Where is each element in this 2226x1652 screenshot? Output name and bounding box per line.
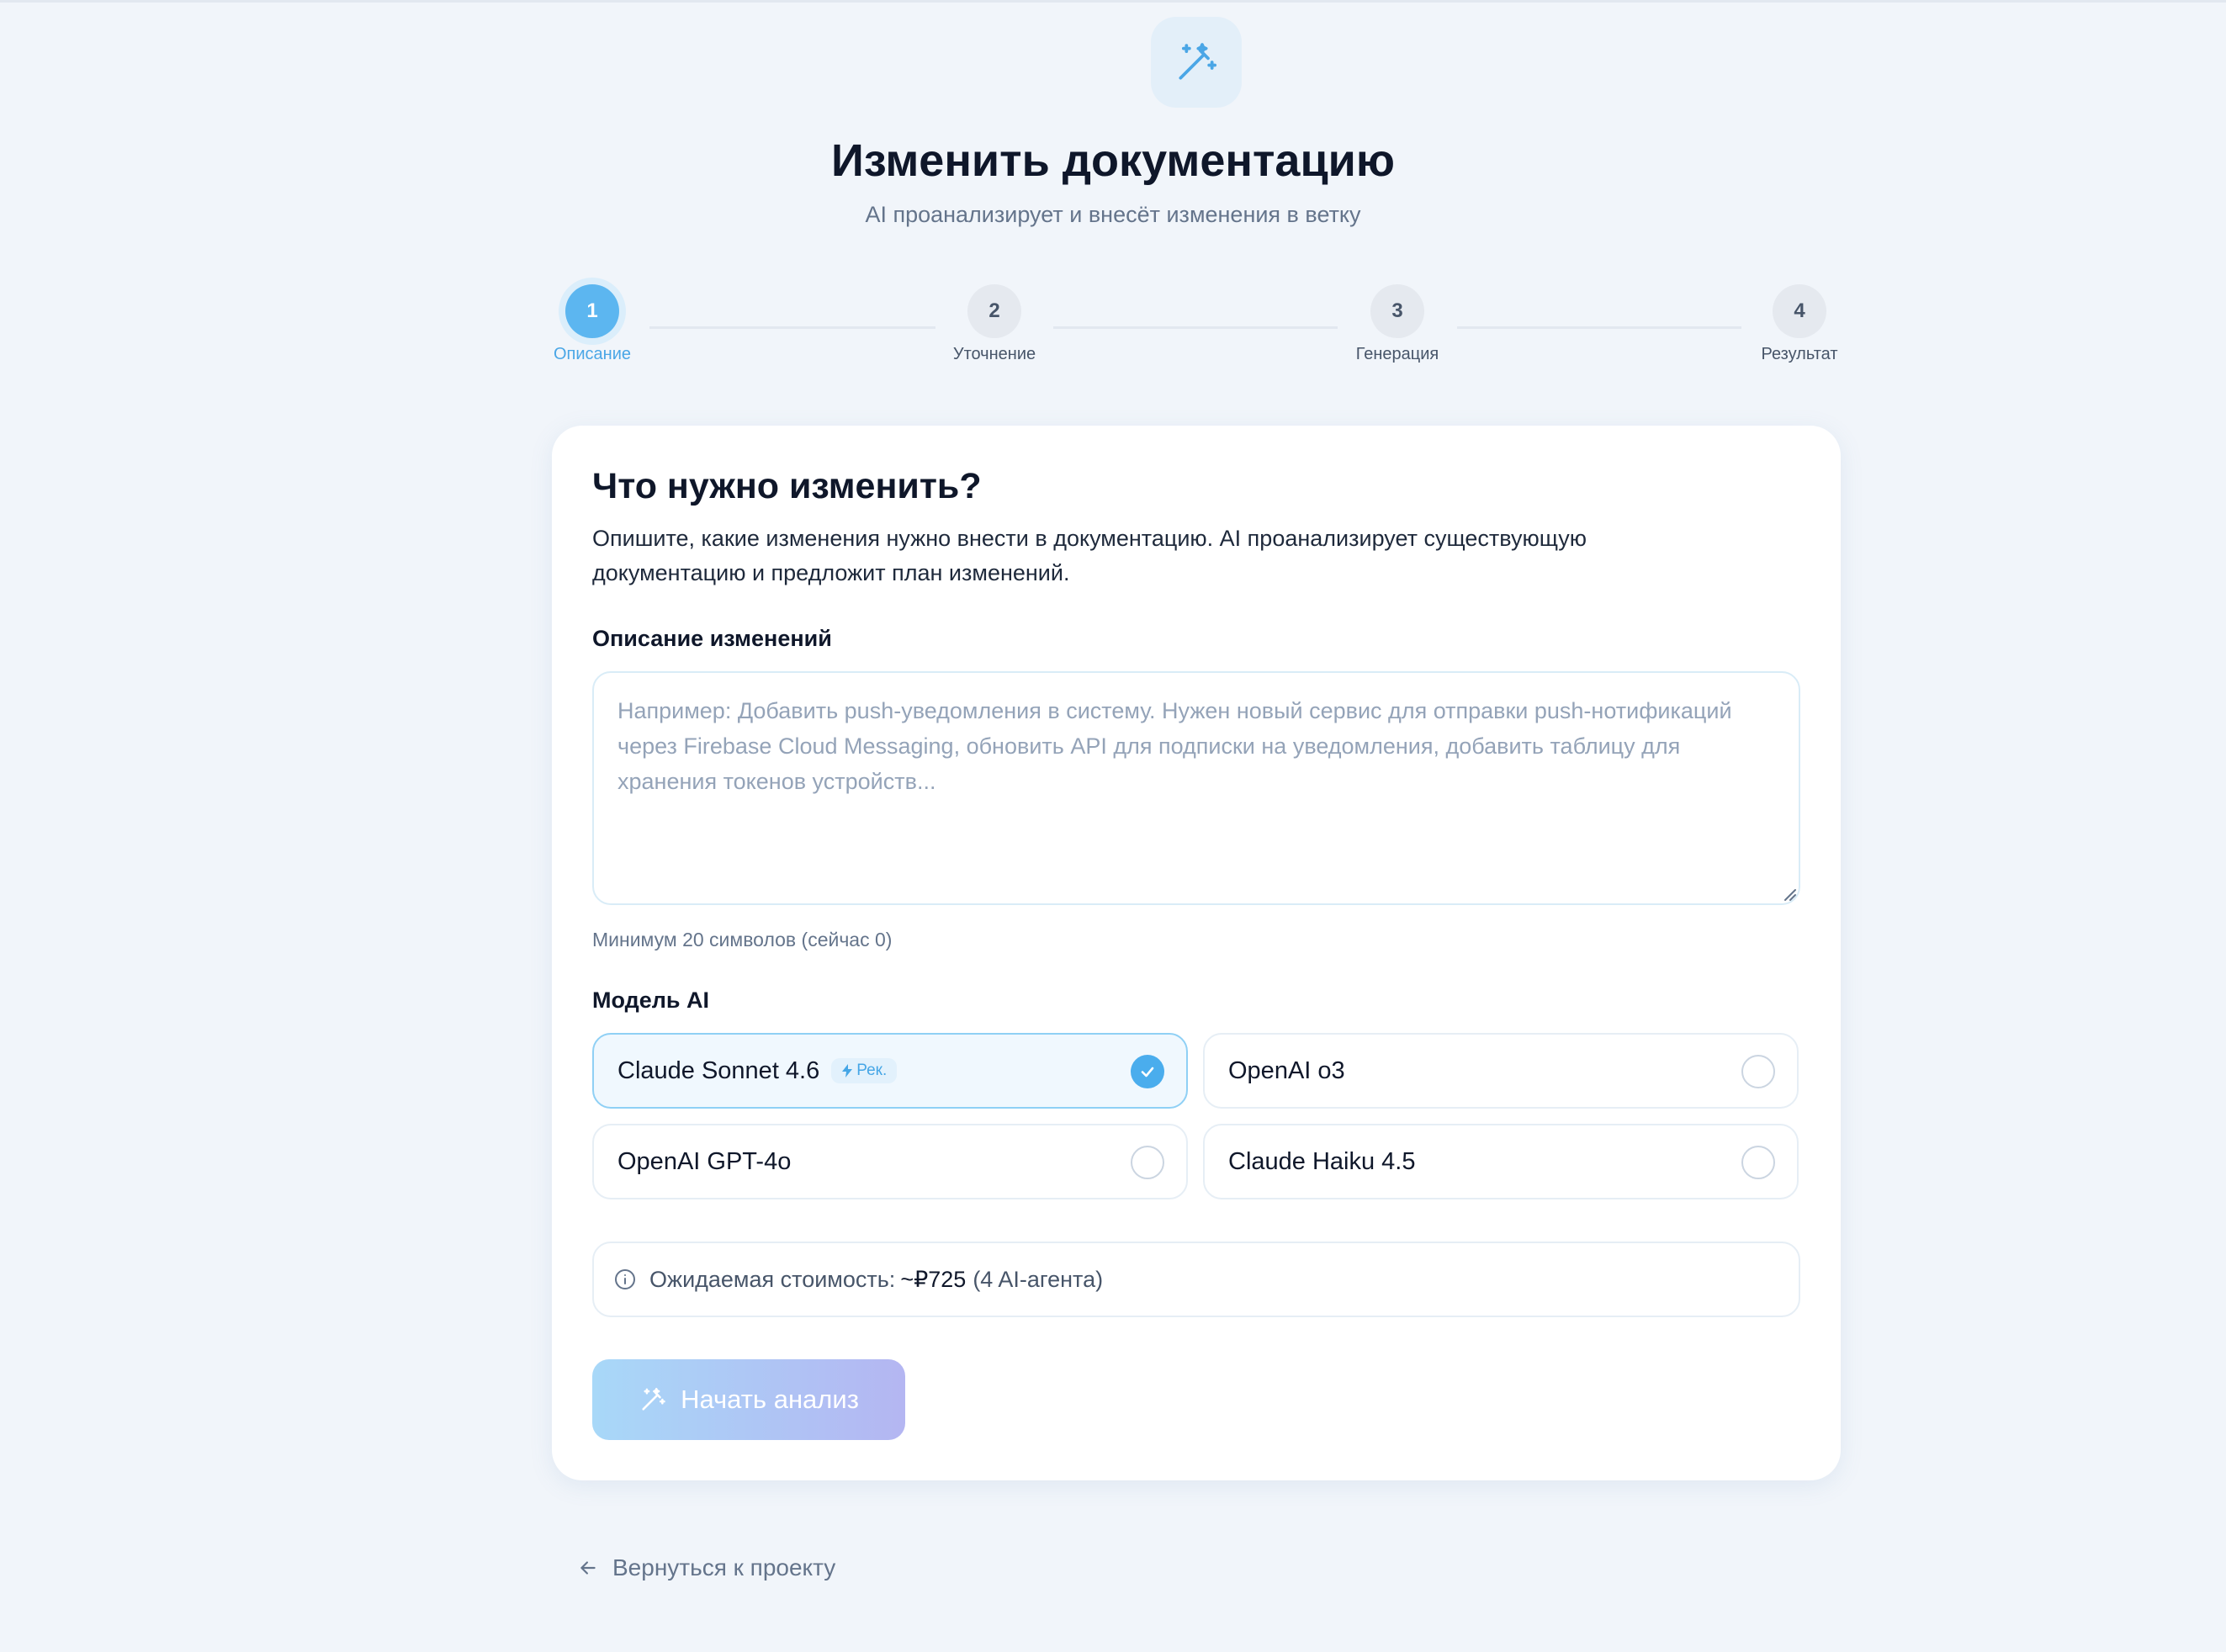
step-connector <box>649 326 935 329</box>
resize-handle-icon[interactable] <box>1780 885 1797 902</box>
step-1-label: Описание <box>553 345 632 363</box>
model-option-openai-o3[interactable]: OpenAI o3 <box>1203 1033 1799 1109</box>
card-title: Что нужно изменить? <box>592 466 982 506</box>
radio-unchecked-icon <box>1741 1055 1775 1088</box>
model-name: OpenAI GPT-4o <box>617 1147 792 1175</box>
step-4-label: Результат <box>1761 345 1838 363</box>
min-chars-hint: Минимум 20 символов (сейчас 0) <box>592 929 893 950</box>
recommended-badge: Рек. <box>831 1058 898 1083</box>
back-to-project-link[interactable]: Вернуться к проекту <box>577 1554 835 1581</box>
info-icon <box>614 1268 636 1290</box>
back-link-label: Вернуться к проекту <box>612 1554 836 1581</box>
changes-field-label: Описание изменений <box>592 626 832 651</box>
cost-note: (4 AI-агента) <box>973 1266 1104 1292</box>
step-connector <box>1053 326 1338 329</box>
start-analysis-button[interactable]: Начать анализ <box>592 1359 905 1440</box>
change-request-card: Что нужно изменить? Опишите, какие измен… <box>552 426 1841 1480</box>
step-1-indicator: 1 <box>565 284 619 338</box>
model-name: OpenAI o3 <box>1228 1056 1345 1084</box>
model-option-claude-haiku[interactable]: Claude Haiku 4.5 <box>1203 1124 1799 1199</box>
magic-wand-icon <box>642 1387 665 1411</box>
model-option-openai-gpt-4o[interactable]: OpenAI GPT-4o <box>592 1124 1188 1199</box>
step-4-indicator: 4 <box>1773 284 1826 338</box>
model-field-label: Модель AI <box>592 987 710 1013</box>
start-analysis-label: Начать анализ <box>681 1385 859 1414</box>
model-name: Claude Haiku 4.5 <box>1228 1147 1416 1175</box>
cost-label: Ожидаемая стоимость: <box>649 1266 896 1292</box>
step-3-label: Генерация <box>1355 345 1439 363</box>
step-2-indicator: 2 <box>967 284 1021 338</box>
lightning-icon <box>842 1064 853 1078</box>
step-connector <box>1457 326 1741 329</box>
arrow-left-icon <box>580 1561 596 1575</box>
radio-unchecked-icon <box>1741 1146 1775 1179</box>
selected-check-icon <box>1131 1055 1164 1088</box>
radio-unchecked-icon <box>1131 1146 1164 1179</box>
changes-textarea[interactable] <box>592 671 1800 905</box>
card-description: Опишите, какие изменения нужно внести в … <box>592 526 1587 585</box>
step-3-indicator: 3 <box>1370 284 1424 338</box>
progress-stepper: 1 2 3 4 Описание Уточнение Генерация Рез… <box>0 0 2226 387</box>
step-2-label: Уточнение <box>952 345 1036 363</box>
model-name: Claude Sonnet 4.6 <box>617 1056 820 1084</box>
cost-estimate: Ожидаемая стоимость: ~₽725 (4 AI-агента) <box>592 1242 1800 1317</box>
cost-value: ~₽725 <box>900 1266 967 1292</box>
recommended-badge-label: Рек. <box>856 1062 888 1079</box>
model-option-claude-sonnet[interactable]: Claude Sonnet 4.6 Рек. <box>592 1033 1188 1109</box>
